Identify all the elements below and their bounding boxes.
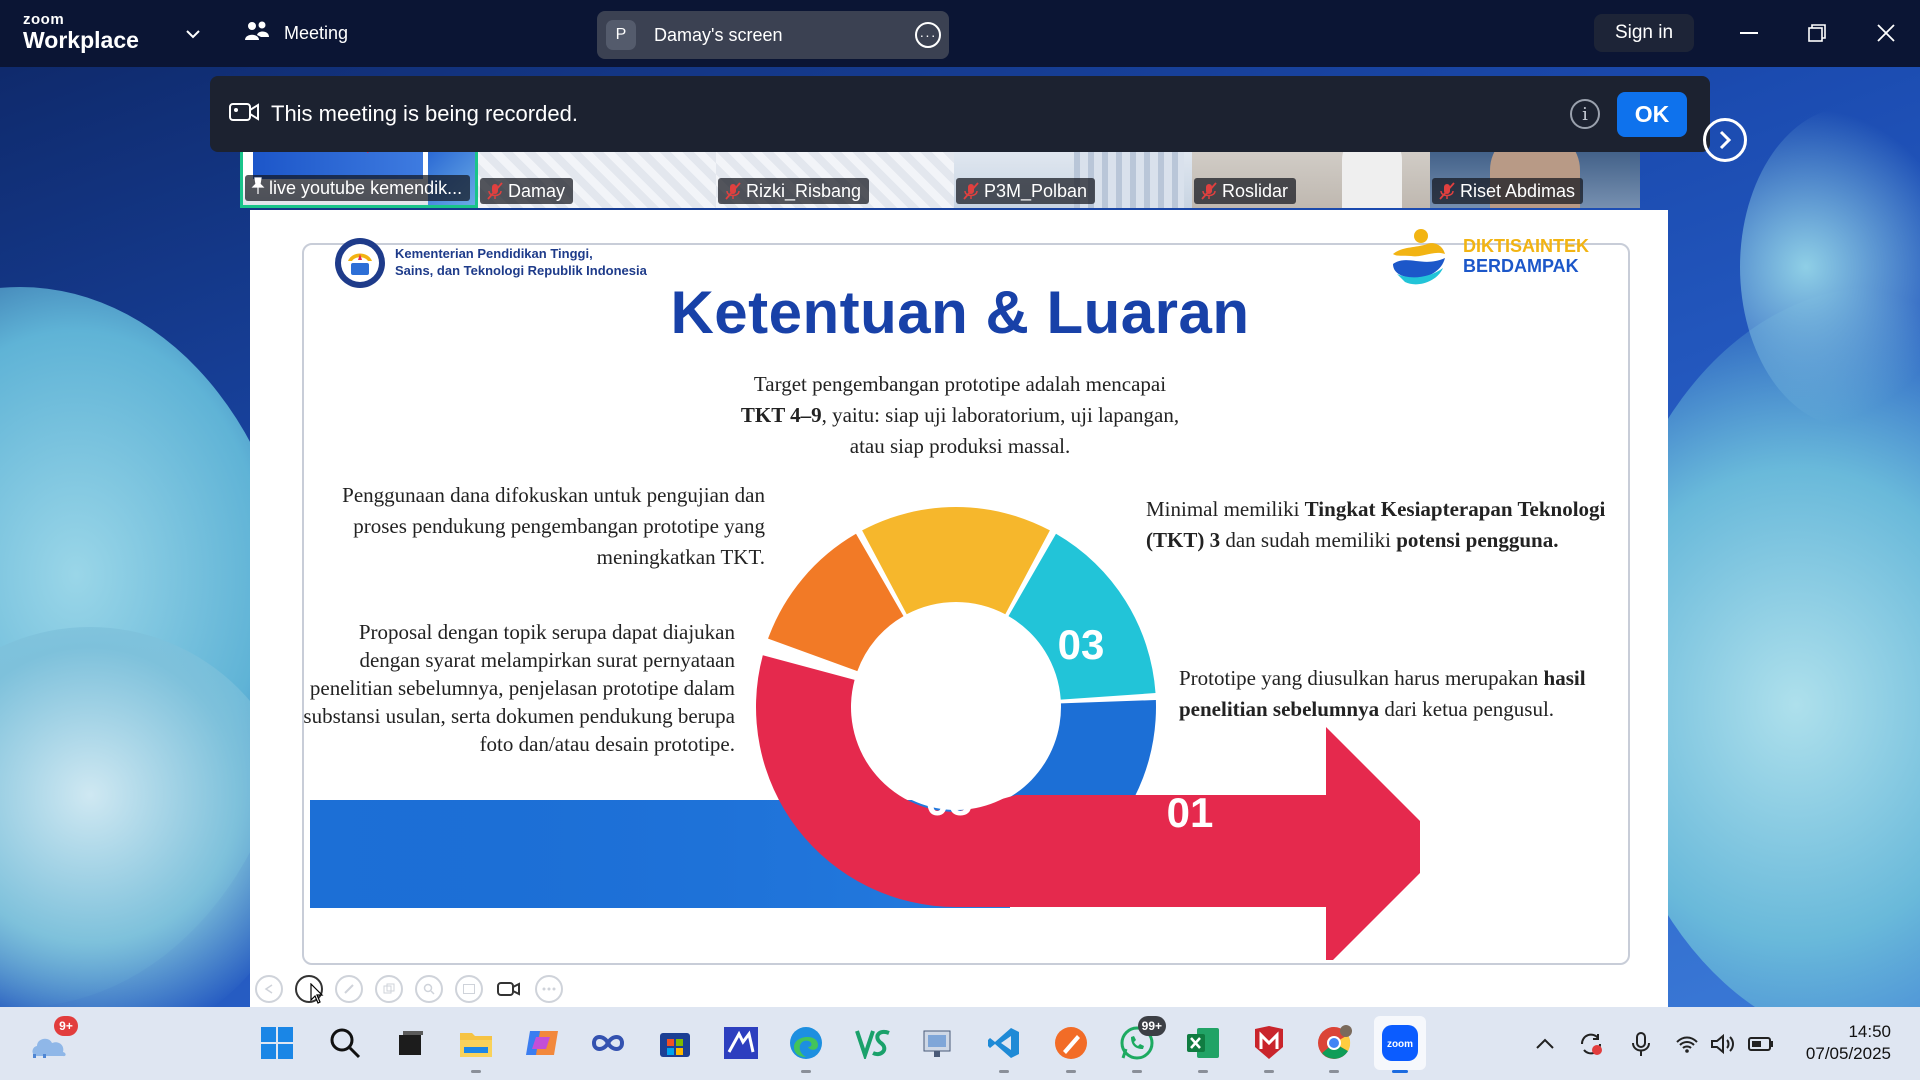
- video-camera-icon: [228, 100, 260, 129]
- close-icon[interactable]: [1871, 18, 1901, 48]
- more-options-icon[interactable]: ···: [915, 22, 941, 48]
- microsoft-store-icon[interactable]: [654, 1022, 696, 1064]
- zoom-workplace-logo: zoom Workplace: [23, 12, 139, 52]
- mic-muted-icon: [962, 182, 980, 200]
- weather-badge: 9+: [54, 1016, 78, 1036]
- edge-browser-icon[interactable]: [785, 1022, 827, 1073]
- video-icon[interactable]: [495, 975, 523, 1003]
- target-text: Target pengembangan prototipe adalah men…: [740, 372, 1180, 458]
- logo-bottom: Workplace: [23, 27, 139, 53]
- vs-app-icon[interactable]: [852, 1022, 894, 1064]
- thumbnail-label: Riset Abdimas: [1432, 178, 1584, 204]
- pin-icon: [251, 176, 265, 200]
- minimize-icon[interactable]: [1734, 18, 1764, 48]
- mic-muted-icon: [1200, 182, 1218, 200]
- chrome-icon[interactable]: [1313, 1022, 1355, 1073]
- microphone-icon[interactable]: [1628, 1031, 1654, 1057]
- ok-button[interactable]: OK: [1617, 92, 1687, 137]
- participants-icon: [244, 20, 270, 47]
- excel-icon[interactable]: [1182, 1022, 1224, 1073]
- next-page-icon[interactable]: [1703, 118, 1747, 162]
- ministry-name: Kementerian Pendidikan Tinggi, Sains, da…: [395, 246, 647, 278]
- prototype-origin-text: Prototipe yang diusulkan harus merupakan…: [1179, 666, 1586, 721]
- mouse-cursor-icon: [310, 983, 324, 1004]
- meeting-label: Meeting: [284, 23, 349, 43]
- restore-icon[interactable]: [1802, 18, 1832, 48]
- screen-name: Damay's screen: [654, 24, 783, 45]
- info-icon[interactable]: i: [1570, 99, 1600, 129]
- segment-label: 03: [1058, 621, 1105, 668]
- clock-date: 07/05/2025: [1805, 1044, 1891, 1063]
- screen-share-indicator[interactable]: P Damay's screen ···: [597, 11, 949, 59]
- copy-icon[interactable]: [375, 975, 403, 1003]
- mic-muted-icon: [1438, 182, 1456, 200]
- minimum-tkt-text: Minimal memiliki Tingkat Kesiapterapan T…: [1146, 497, 1606, 552]
- mic-muted-icon: [486, 182, 504, 200]
- sync-icon[interactable]: [1578, 1031, 1604, 1057]
- zoom-title-bar: zoom Workplace Meeting P Damay's screen …: [0, 0, 1920, 67]
- diktisaintek-logo-icon: [1393, 229, 1445, 285]
- whatsapp-badge: 99+: [1137, 1016, 1166, 1036]
- segment-label: 05: [926, 777, 973, 824]
- presenter-toolbar: [255, 975, 563, 1003]
- wifi-icon[interactable]: [1674, 1031, 1700, 1057]
- infinity-app-icon[interactable]: [587, 1022, 629, 1064]
- vscode-icon[interactable]: [983, 1022, 1025, 1073]
- previous-icon[interactable]: [255, 975, 283, 1003]
- thumbnail-label: P3M_Polban: [956, 178, 1096, 204]
- weather-icon[interactable]: 9+: [28, 1016, 78, 1064]
- chevron-down-icon[interactable]: [183, 24, 203, 44]
- segment-label: 01: [1167, 789, 1214, 836]
- logo-top: zoom: [23, 11, 65, 28]
- thumbnail-label: Damay: [480, 178, 574, 204]
- whatsapp-icon[interactable]: 99+: [1116, 1016, 1166, 1073]
- network-tool-icon[interactable]: [917, 1022, 959, 1064]
- diktisaintek-brand: DIKTISAINTEK BERDAMPAK: [1463, 236, 1589, 276]
- search-icon[interactable]: [324, 1022, 366, 1064]
- show-hidden-icons-icon[interactable]: [1532, 1031, 1558, 1057]
- file-explorer-icon[interactable]: [455, 1022, 497, 1073]
- zoom-app-icon[interactable]: zoom: [1374, 1016, 1426, 1073]
- mail-app-icon[interactable]: [720, 1022, 762, 1064]
- system-clock[interactable]: 14:50 07/05/2025: [1796, 1021, 1891, 1065]
- thumbnail-label: Roslidar: [1194, 178, 1297, 204]
- volume-icon[interactable]: [1710, 1031, 1736, 1057]
- windows-taskbar: 9+ 99+ zoom: [0, 1007, 1920, 1080]
- mic-muted-icon: [724, 182, 742, 200]
- thumbnail-label: Rizki_Risbang: [718, 178, 870, 204]
- slide-title: Ketentuan & Luaran: [670, 279, 1250, 346]
- clock-time: 14:50: [1848, 1022, 1891, 1041]
- pen-icon[interactable]: [335, 975, 363, 1003]
- zoom-icon[interactable]: [415, 975, 443, 1003]
- recording-message: This meeting is being recorded.: [271, 101, 578, 126]
- copilot-icon[interactable]: [521, 1022, 563, 1064]
- segment-label: 04: [958, 657, 1005, 704]
- antivirus-icon[interactable]: [1248, 1022, 1290, 1073]
- meeting-menu[interactable]: Meeting: [244, 20, 348, 47]
- subtitle-icon[interactable]: [455, 975, 483, 1003]
- proposal-text: Proposal dengan topik serupa dapat diaju…: [303, 620, 735, 756]
- battery-icon[interactable]: [1748, 1031, 1774, 1057]
- more-icon[interactable]: [535, 975, 563, 1003]
- fund-usage-text: Penggunaan dana difokuskan untuk penguji…: [342, 483, 765, 569]
- task-view-icon[interactable]: [390, 1022, 432, 1064]
- svg-text:zoom: zoom: [1387, 1039, 1413, 1050]
- sign-in-button[interactable]: Sign in: [1594, 14, 1694, 52]
- ministry-logo-icon: [335, 238, 385, 288]
- windows-start-icon[interactable]: [256, 1022, 298, 1064]
- pen-app-icon[interactable]: [1050, 1022, 1092, 1073]
- presenter-badge: P: [606, 20, 636, 50]
- recording-notice: This meeting is being recorded. i OK: [210, 76, 1710, 152]
- thumbnail-label: live youtube kemendik...: [245, 175, 471, 201]
